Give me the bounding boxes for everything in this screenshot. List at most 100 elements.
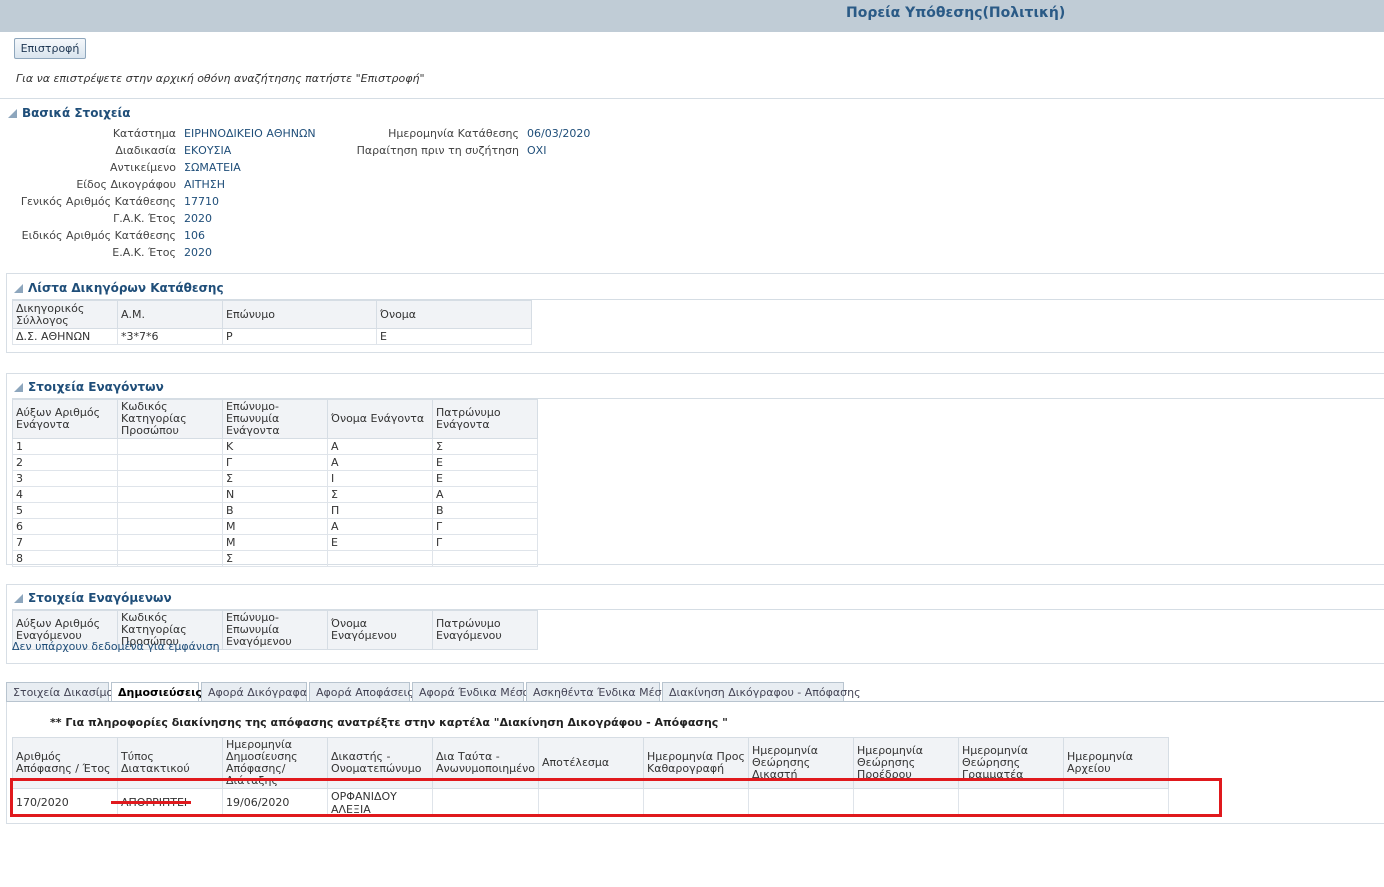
field-value: 2020 [184,246,212,259]
table-cell: Δ.Σ. ΑΘΗΝΩΝ [12,328,118,345]
section-title: Στοιχεία Εναγόντων [28,380,164,394]
section-title: Βασικά Στοιχεία [22,106,131,120]
field-label: Ειδικός Αριθμός Κατάθεσης [21,229,176,242]
tab-2[interactable]: Δημοσιεύσεις [111,682,202,703]
column-header[interactable]: Α.Μ. [117,300,223,329]
field-label: Αντικείμενο [110,161,176,174]
table-cell: 4 [12,486,118,503]
table-row[interactable]: 4 ΝΣΑ [12,486,538,503]
highlight-box [10,778,1222,817]
back-button[interactable]: Επιστροφή [14,38,86,59]
column-header[interactable]: Δικηγορικός Σύλλογος [12,300,118,329]
table-cell: Σ [222,550,328,567]
table-cell: 6 [12,518,118,535]
field-label: Διαδικασία [115,144,176,157]
field-label: Γ.Α.Κ. Έτος [113,212,176,225]
table-cell: Β [432,502,538,519]
field-value: 17710 [184,195,219,208]
column-header[interactable]: Όνομα Εναγόμενου [327,610,433,650]
plaintiffs-header[interactable]: Στοιχεία Εναγόντων [14,380,164,394]
table-cell [327,550,433,567]
table-cell: 1 [12,438,118,455]
column-header[interactable]: Επώνυμο [222,300,377,329]
table-cell: Γ [432,518,538,535]
field-value: ΣΩΜΑΤΕΙΑ [184,161,241,174]
table-cell: Β [222,502,328,519]
table-cell [117,454,223,471]
table-cell: Σ [432,438,538,455]
tab-3[interactable]: Αφορά Δικόγραφα [201,682,307,702]
collapse-triangle-icon[interactable] [14,383,23,392]
section-title: Λίστα Δικηγόρων Κατάθεσης [28,281,224,295]
field-value: 2020 [184,212,212,225]
table-cell: 5 [12,502,118,519]
table-cell: Ρ [222,328,377,345]
tab-7[interactable]: Διακίνηση Δικόγραφου - Απόφασης [662,682,861,702]
field-value: 106 [184,229,205,242]
collapse-triangle-icon[interactable] [8,109,17,118]
table-cell: Α [327,438,433,455]
tab-4[interactable]: Αφορά Αποφάσεις [309,682,414,702]
field-label: Ημερομηνία Κατάθεσης [388,127,519,140]
divider [0,98,1384,99]
table-row[interactable]: 6 ΜΑΓ [12,518,538,535]
tab-5[interactable]: Αφορά Ένδικα Μέσα [412,682,530,702]
field-value: 06/03/2020 [527,127,591,140]
defendants-header[interactable]: Στοιχεία Εναγόμενων [14,591,172,605]
field-label: Ε.Α.Κ. Έτος [112,246,176,259]
table-cell: Σ [222,470,328,487]
table-cell: Μ [222,518,328,535]
column-header[interactable]: Όνομα [376,300,532,329]
no-data-message: Δεν υπάρχουν δεδομένα για εμφάνιση [12,640,220,653]
section-title: Στοιχεία Εναγόμενων [28,591,172,605]
table-row[interactable]: 5 ΒΠΒ [12,502,538,519]
highlight-underline [111,801,191,804]
table-cell: Α [432,486,538,503]
table-cell: Π [327,502,433,519]
table-cell: Κ [222,438,328,455]
table-cell [117,438,223,455]
table-cell [117,550,223,567]
table-cell: 7 [12,534,118,551]
tab-1[interactable]: Στοιχεία Δικασίμου [6,682,120,702]
table-row[interactable]: 3 ΣΙΕ [12,470,538,487]
table-cell [117,486,223,503]
column-header[interactable]: Όνομα Ενάγοντα [327,399,433,439]
column-header[interactable]: Επώνυμο-Επωνυμία Ενάγοντα [222,399,328,439]
column-header[interactable]: Πατρώνυμο Ενάγοντα [432,399,538,439]
table-cell: Α [327,454,433,471]
table-cell [117,534,223,551]
table-cell [117,470,223,487]
field-label: Είδος Δικογράφου [76,178,176,191]
column-header[interactable]: Αύξων Αριθμός Ενάγοντα [12,399,118,439]
table-cell [432,550,538,567]
table-cell: 8 [12,550,118,567]
plaintiffs-table: Αύξων Αριθμός Ενάγοντα Κωδικός Κατηγορίας… [12,399,538,567]
table-cell: 2 [12,454,118,471]
table-row[interactable]: 2 ΓΑΕ [12,454,538,471]
collapse-triangle-icon[interactable] [14,594,23,603]
table-cell: Ε [376,328,532,345]
table-cell: Ι [327,470,433,487]
column-header[interactable]: Επώνυμο-Επωνυμία Εναγόμενου [222,610,328,650]
field-label: Γενικός Αριθμός Κατάθεσης [20,195,176,208]
basic-info-header[interactable]: Βασικά Στοιχεία [8,106,130,120]
tab-6[interactable]: Ασκηθέντα Ένδικα Μέσα [526,682,669,702]
table-cell: Σ [327,486,433,503]
table-cell: Ε [327,534,433,551]
table-cell: Ε [432,470,538,487]
table-row[interactable]: 8Σ [12,550,538,567]
column-header[interactable]: Κωδικός Κατηγορίας Προσώπου [117,399,223,439]
table-row[interactable]: Δ.Σ. ΑΘΗΝΩΝ *3*7*6 Ρ Ε [12,328,532,345]
table-cell: 3 [12,470,118,487]
lawyers-header[interactable]: Λίστα Δικηγόρων Κατάθεσης [14,281,224,295]
back-hint: Για να επιστρέψετε στην αρχική οθόνη ανα… [16,72,425,85]
column-header[interactable]: Πατρώνυμο Εναγόμενου [432,610,538,650]
table-cell: Γ [432,534,538,551]
table-cell: Α [327,518,433,535]
table-row[interactable]: 7 ΜΕΓ [12,534,538,551]
table-cell [117,502,223,519]
header-row: Αύξων Αριθμός Ενάγοντα Κωδικός Κατηγορίας… [12,399,538,439]
table-row[interactable]: 1 ΚΑΣ [12,438,538,455]
collapse-triangle-icon[interactable] [14,284,23,293]
